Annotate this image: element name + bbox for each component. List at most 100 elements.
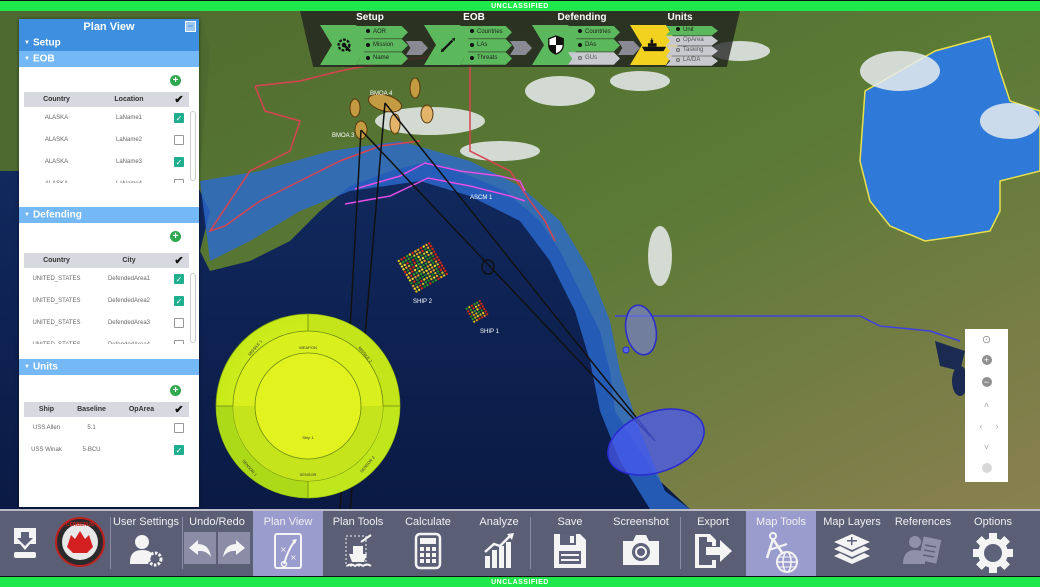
classification-banner-bottom: UNCLASSIFIED — [0, 576, 1040, 587]
workflow-substep-lada[interactable]: LA/DA — [666, 56, 718, 66]
checkbox-checked[interactable]: ✓ — [174, 274, 184, 284]
eob-table-row[interactable]: ALASKA LaName2 — [24, 129, 189, 151]
col-city: City — [122, 257, 136, 264]
defending-table-row[interactable]: UNITED_STATES DefendedArea1 ✓ — [24, 268, 189, 290]
cell-check: ✓ — [169, 113, 189, 123]
units-table-row[interactable]: USS Winak 5-BCU ✓ — [24, 439, 189, 461]
section-units-label: Units — [32, 361, 58, 373]
check-all-icon[interactable]: ✔ — [169, 403, 189, 416]
plan-view-title: Plan View — [83, 21, 135, 33]
zoom-in-button[interactable]: + — [981, 355, 992, 365]
workflow-substep-name[interactable]: Name — [356, 52, 408, 65]
minimize-button[interactable]: − — [185, 21, 196, 32]
defending-body: + Country City ✔ UNITED_STATES DefendedAr… — [19, 223, 199, 359]
pan-up-button[interactable]: ˄ — [982, 400, 992, 410]
checkbox-unchecked[interactable] — [174, 179, 184, 183]
workflow-step-eob[interactable]: EOB Countries LAs Threats — [424, 11, 534, 67]
pan-right-button[interactable]: › — [992, 421, 1002, 431]
workflow-substep-label: LAs — [477, 42, 488, 49]
checkbox-checked[interactable]: ✓ — [174, 296, 184, 306]
units-body: + Ship Baseline OpArea ✔ USS Allen 5.1 USS… — [19, 375, 199, 495]
col-country: Country — [43, 257, 70, 264]
screenshot-button[interactable]: Screenshot — [605, 511, 677, 576]
workflow-substep-gus[interactable]: GUs — [568, 52, 620, 65]
add-eob-button[interactable]: + — [170, 75, 181, 86]
references-button[interactable]: References — [888, 511, 958, 576]
defending-table-row[interactable]: UNITED_STATES DefendedArea3 — [24, 312, 189, 334]
pan-down-button[interactable]: ˅ — [982, 442, 992, 452]
analyze-button[interactable]: Analyze — [463, 511, 535, 576]
workflow-substep-threats[interactable]: Threats — [460, 52, 512, 65]
plan-view-button[interactable]: Plan View × × — [253, 511, 323, 576]
workflow-substep-label: OpArea — [683, 37, 704, 44]
export-button[interactable]: Export — [680, 511, 746, 576]
calculate-button[interactable]: Calculate — [393, 511, 463, 576]
workflow-step-title: Defending — [557, 12, 607, 23]
check-all-icon[interactable]: ✔ — [169, 93, 189, 106]
incomplete-dot-icon — [676, 37, 680, 42]
section-setup[interactable]: ▼ Setup — [19, 35, 199, 51]
section-units[interactable]: ▼ Units — [19, 359, 199, 375]
cell-location: LaName3 — [115, 159, 142, 165]
ship-status-ring-chart[interactable]: Ship 1 WEAPON SENSOR MISSILE 1 MISSILE 2… — [215, 313, 401, 499]
section-defending[interactable]: ▼ Defending — [19, 207, 199, 223]
cell-country: UNITED_STATES — [24, 342, 89, 344]
defending-table-row[interactable]: UNITED_STATES DefendedArea2 ✓ — [24, 290, 189, 312]
eob-table-row[interactable]: ALASKA LaName1 ✓ — [24, 107, 189, 129]
map-layers-button[interactable]: Map Layers — [816, 511, 888, 576]
add-defended-area-button[interactable]: + — [170, 231, 181, 242]
workflow-step-defending[interactable]: Defending Countries DAs GUs — [532, 11, 642, 67]
locate-icon[interactable]: ⊙ — [982, 335, 992, 346]
eob-scrollbar[interactable] — [190, 111, 196, 181]
checkbox-unchecked[interactable] — [174, 423, 184, 433]
defending-table-row[interactable]: UNITED_STATESDefendedArea4 — [24, 334, 189, 344]
toolbar-label: Plan View — [263, 516, 313, 528]
workflow-substep-mission[interactable]: Mission — [356, 39, 408, 52]
workflow-substep-label: Threats — [477, 55, 498, 62]
checkbox-checked[interactable]: ✓ — [174, 157, 184, 167]
camera-icon — [605, 532, 677, 573]
reset-view-button[interactable] — [981, 463, 992, 473]
units-rows: USS Allen 5.1 USS Winak 5-BCU ✓ — [24, 417, 189, 461]
workflow-substep-unit[interactable]: Unit — [666, 26, 718, 36]
zoom-out-button[interactable]: − — [981, 377, 992, 387]
undo-button[interactable] — [184, 532, 216, 564]
toolbar-label: Undo/Redo — [189, 516, 245, 528]
eob-table-row[interactable]: ALASKALaName4 — [24, 173, 189, 183]
main-toolbar: CERBERUS User Settings Undo/Redo Plan View ×… — [0, 509, 1040, 576]
section-eob[interactable]: ▼ EOB — [19, 51, 199, 67]
checkbox-unchecked[interactable] — [174, 340, 184, 344]
workflow-substep-oparea[interactable]: OpArea — [666, 36, 718, 46]
workflow-substep-countries[interactable]: Countries — [460, 26, 512, 39]
workflow-substep-las[interactable]: LAs — [460, 39, 512, 52]
workflow-step-units[interactable]: Units Unit OpArea Tasking LA/DA — [630, 11, 740, 67]
undo-redo-button[interactable]: Undo/Redo — [182, 511, 252, 576]
workflow-substep-aor[interactable]: AOR — [356, 26, 408, 39]
analyze-chart-icon — [463, 532, 535, 575]
eob-table-row[interactable]: ALASKA LaName3 ✓ — [24, 151, 189, 173]
checkbox-unchecked[interactable] — [174, 318, 184, 328]
workflow-substep-tasking[interactable]: Tasking — [666, 46, 718, 56]
checkbox-unchecked[interactable] — [174, 135, 184, 145]
redo-button[interactable] — [218, 532, 250, 564]
download-button[interactable] — [0, 511, 50, 576]
map-navigation-controls: ⊙ + − ˄ ‹ › ˅ — [965, 329, 1008, 482]
units-table-row[interactable]: USS Allen 5.1 — [24, 417, 189, 439]
save-button[interactable]: Save — [535, 511, 605, 576]
ring-weapon-label: WEAPON — [299, 345, 317, 350]
add-unit-button[interactable]: + — [170, 385, 181, 396]
cell-check — [169, 340, 189, 344]
checkbox-checked[interactable]: ✓ — [174, 113, 184, 123]
defending-scrollbar[interactable] — [190, 273, 196, 343]
label-bmoa3: BMOA 3 — [332, 133, 355, 139]
pan-left-button[interactable]: ‹ — [976, 421, 986, 431]
user-settings-button[interactable]: User Settings — [110, 511, 182, 576]
plan-tools-button[interactable]: Plan Tools — [323, 511, 393, 576]
workflow-substep-countries[interactable]: Countries — [568, 26, 620, 39]
checkbox-checked[interactable]: ✓ — [174, 445, 184, 455]
map-tools-button[interactable]: Map Tools — [746, 511, 816, 576]
workflow-substep-das[interactable]: DAs — [568, 39, 620, 52]
check-all-icon[interactable]: ✔ — [169, 254, 189, 267]
options-button[interactable]: Options — [958, 511, 1028, 576]
workflow-step-setup[interactable]: Setup AOR Mission Name — [320, 11, 430, 67]
